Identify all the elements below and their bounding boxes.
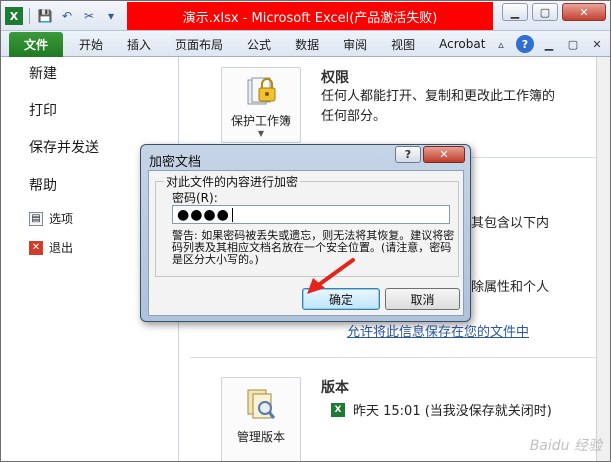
minimize-button[interactable]: ▁ bbox=[502, 3, 528, 21]
doc-props-text: 除属性和个人 bbox=[471, 280, 550, 295]
collapse-ribbon-icon[interactable]: ▵ bbox=[492, 35, 510, 53]
versions-title: 版本 bbox=[321, 380, 349, 396]
nav-help[interactable]: 帮助 bbox=[29, 175, 57, 195]
permissions-text-2: 任何部分。 bbox=[321, 109, 387, 124]
dialog-title-buttons: ? ✕ bbox=[395, 146, 465, 163]
excel-file-icon: X bbox=[331, 402, 345, 417]
tab-home[interactable]: 开始 bbox=[67, 36, 115, 53]
options-icon: ▤ bbox=[29, 211, 43, 226]
undo-icon[interactable]: ↶ bbox=[58, 7, 76, 25]
ribbon-tab-list: 开始 插入 页面布局 公式 数据 审阅 视图 Acrobat bbox=[67, 31, 497, 57]
help-icon[interactable]: ? bbox=[516, 35, 534, 53]
workbook-minimize-icon[interactable]: ▁ bbox=[540, 35, 558, 53]
qat-separator bbox=[29, 8, 30, 24]
tab-view[interactable]: 视图 bbox=[379, 36, 427, 53]
excel-logo-icon[interactable]: X bbox=[5, 7, 23, 25]
customize-qat-icon[interactable]: ▾ bbox=[102, 7, 120, 25]
version-entry[interactable]: X 昨天 15:01 (当我没保存就关闭时) bbox=[331, 400, 552, 419]
tab-insert[interactable]: 插入 bbox=[115, 36, 163, 53]
permissions-title: 权限 bbox=[321, 70, 349, 86]
nav-print[interactable]: 打印 bbox=[29, 100, 57, 120]
dialog-close-button[interactable]: ✕ bbox=[423, 146, 465, 163]
nav-new[interactable]: 新建 bbox=[29, 63, 57, 83]
watermark: Baidu 经验 bbox=[529, 438, 602, 454]
chevron-down-icon: ▼ bbox=[257, 129, 265, 138]
tab-formulas[interactable]: 公式 bbox=[235, 36, 283, 53]
ribbon-tabs: 文件 开始 插入 页面布局 公式 数据 审阅 视图 Acrobat ▵ ? ▁ … bbox=[1, 31, 610, 57]
manage-versions-button[interactable]: 管理版本 bbox=[221, 377, 301, 461]
dialog-title: 加密文档 bbox=[149, 155, 202, 170]
workbook-restore-icon[interactable]: ▢ bbox=[564, 35, 582, 53]
password-input[interactable]: ●●●● bbox=[172, 205, 450, 224]
password-label: 密码(R): bbox=[172, 191, 218, 205]
title-bar: X 💾 ↶ ✂ ▾ 演示.xlsx - Microsoft Excel(产品激活… bbox=[1, 1, 610, 31]
window-title: 演示.xlsx - Microsoft Excel(产品激活失败) bbox=[127, 2, 493, 30]
tab-review[interactable]: 审阅 bbox=[331, 36, 379, 53]
excel-window: X 💾 ↶ ✂ ▾ 演示.xlsx - Microsoft Excel(产品激活… bbox=[0, 0, 611, 462]
save-icon[interactable]: 💾 bbox=[36, 7, 54, 25]
nav-save-send[interactable]: 保存并发送 bbox=[29, 137, 99, 157]
protect-workbook-label: 保护工作簿 bbox=[230, 114, 291, 128]
exit-icon: ✕ bbox=[29, 240, 43, 255]
versions-icon bbox=[244, 386, 278, 422]
password-value: ●●●● bbox=[177, 206, 230, 223]
annotation-arrow-icon bbox=[307, 258, 355, 294]
inspect-text: 其包含以下内 bbox=[471, 216, 550, 231]
tab-file[interactable]: 文件 bbox=[9, 32, 63, 57]
cancel-button[interactable]: 取消 bbox=[385, 288, 460, 310]
encrypt-group-label: 对此文件的内容进行加密 bbox=[164, 173, 301, 190]
ribbon-right-controls: ▵ ? ▁ ▢ ✕ bbox=[492, 35, 606, 53]
section-divider-2 bbox=[190, 357, 600, 358]
nav-options[interactable]: ▤ 选项 bbox=[29, 210, 73, 227]
tab-acrobat[interactable]: Acrobat bbox=[427, 37, 497, 51]
vertical-scrollbar[interactable] bbox=[596, 57, 610, 461]
allow-save-info-link[interactable]: 允许将此信息保存在您的文件中 bbox=[347, 321, 529, 340]
manage-versions-label: 管理版本 bbox=[236, 430, 285, 444]
lock-icon bbox=[244, 74, 278, 108]
workbook-close-icon[interactable]: ✕ bbox=[588, 35, 606, 53]
close-window-button[interactable]: ✕ bbox=[562, 3, 606, 21]
quick-access-toolbar: X 💾 ↶ ✂ ▾ bbox=[5, 5, 120, 27]
window-controls: ▁ ▢ ✕ bbox=[502, 3, 606, 21]
protect-workbook-button[interactable]: 保护工作簿 ▼ bbox=[221, 67, 301, 143]
tab-page-layout[interactable]: 页面布局 bbox=[163, 36, 235, 53]
nav-options-label: 选项 bbox=[49, 212, 74, 226]
dialog-help-button[interactable]: ? bbox=[395, 146, 421, 163]
permissions-text-1: 任何人都能打开、复制和更改此工作簿的 bbox=[321, 89, 556, 104]
maximize-button[interactable]: ▢ bbox=[532, 3, 558, 21]
nav-exit-label: 退出 bbox=[49, 241, 74, 255]
tab-data[interactable]: 数据 bbox=[283, 36, 331, 53]
tools-icon[interactable]: ✂ bbox=[80, 7, 98, 25]
version-entry-label: 昨天 15:01 (当我没保存就关闭时) bbox=[353, 404, 552, 419]
text-caret bbox=[231, 207, 233, 222]
nav-exit[interactable]: ✕ 退出 bbox=[29, 239, 73, 256]
